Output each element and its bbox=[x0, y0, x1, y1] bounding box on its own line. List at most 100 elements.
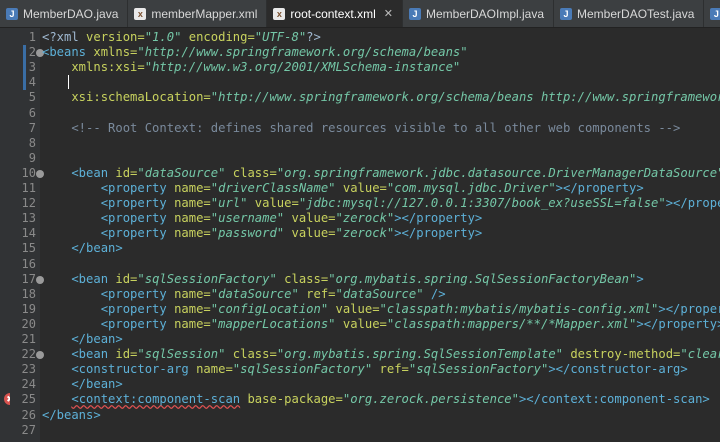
tab-memberdao-java[interactable]: J MemberDAO.java bbox=[0, 0, 129, 27]
code-token: version= bbox=[86, 30, 145, 44]
code-token: class= bbox=[276, 271, 329, 286]
code-token: ></property> bbox=[394, 226, 483, 241]
line-number: 12 bbox=[21, 196, 36, 211]
code-token: "username" bbox=[210, 211, 285, 226]
code-token: "http://www.springframework.org/schema/b… bbox=[137, 45, 468, 60]
code-line[interactable]: xsi:schemaLocation="http://www.springfra… bbox=[42, 90, 720, 105]
close-tab-icon[interactable]: ✕ bbox=[384, 7, 393, 20]
code-line[interactable]: <property name="url" value="jdbc:mysql:/… bbox=[42, 196, 720, 211]
code-token: "classpath:mybatis/mybatis-config.xml" bbox=[379, 301, 659, 316]
code-token: value= bbox=[284, 211, 336, 226]
tab-membermapper-xml[interactable]: x memberMapper.xml bbox=[128, 0, 268, 27]
code-line[interactable]: <constructor-arg name="sqlSessionFactory… bbox=[42, 362, 687, 377]
xml-file-icon: x bbox=[134, 7, 147, 20]
code-token: "http://www.springframework.org/schema/b… bbox=[210, 90, 720, 105]
code-token: <property bbox=[42, 301, 175, 316]
line-number: 15 bbox=[21, 241, 36, 256]
code-line[interactable]: </bean> bbox=[42, 377, 122, 392]
code-token: ></property> bbox=[665, 196, 720, 211]
line-number-gutter: 1 2 3 4 5 6 7 8 9 10 11 12 13 14 15 16 17 18 19 20 21 22 23 24 2… bbox=[10, 28, 44, 442]
code-token: encoding= bbox=[181, 30, 255, 44]
code-editor[interactable]: ✖ 12345678910111213141516171819202122232… bbox=[0, 28, 720, 442]
code-token: xmlns:xsi= bbox=[42, 60, 145, 75]
tab-mysqljdbcconnectiontest-java[interactable]: JMySQLJDBCConnectionTest.java bbox=[704, 0, 720, 27]
code-token: "org.mybatis.spring.SqlSessionTemplate" bbox=[276, 347, 563, 362]
code-token: class= bbox=[225, 347, 277, 362]
annotation-ruler: ✖ bbox=[0, 28, 16, 442]
code-line[interactable]: <bean id="sqlSession" class="org.mybatis… bbox=[42, 347, 720, 362]
tab-label: memberMapper.xml bbox=[151, 6, 258, 21]
tab-memberdaotest-java[interactable]: J MemberDAOTest.java bbox=[554, 0, 705, 27]
code-token: value= bbox=[335, 316, 387, 331]
code-line[interactable]: <context:component-scan base-package="or… bbox=[42, 392, 709, 407]
code-line[interactable]: <beans xmlns="http://www.springframework… bbox=[42, 45, 468, 60]
code-token: <bean bbox=[42, 165, 116, 180]
line-number: 20 bbox=[21, 316, 36, 331]
line-number: 13 bbox=[21, 211, 36, 226]
code-line[interactable]: </bean> bbox=[42, 332, 123, 347]
code-line[interactable]: <property name="driverClassName" value="… bbox=[42, 181, 644, 196]
code-line[interactable]: <!-- Root Context: defines shared resour… bbox=[42, 121, 680, 136]
code-token: ref= bbox=[298, 286, 336, 301]
line-number: 10 bbox=[21, 165, 36, 180]
code-token: name= bbox=[196, 362, 233, 377]
code-line[interactable]: <bean id="dataSource" class="org.springf… bbox=[42, 166, 720, 181]
code-token: ></property> bbox=[636, 316, 720, 331]
code-token: "clearCache" bbox=[680, 347, 720, 362]
code-token: "org.mybatis.spring.SqlSessionFactoryBea… bbox=[328, 271, 637, 286]
tab-memberdaoimpl-java[interactable]: J MemberDAOImpl.java bbox=[403, 0, 555, 27]
code-token: "driverClassName" bbox=[210, 181, 336, 195]
code-line[interactable]: <property name="dataSource" ref="dataSou… bbox=[42, 287, 446, 302]
tab-root-context-xml[interactable]: x root-context.xml ✕ bbox=[267, 0, 403, 27]
code-token: name= bbox=[174, 196, 211, 211]
code-token: "sqlSessionFactory" bbox=[232, 362, 373, 377]
code-token: base-package= bbox=[240, 392, 343, 407]
code-line[interactable]: <property name="password" value="zerock"… bbox=[42, 226, 483, 241]
line-number: 1 bbox=[28, 30, 36, 44]
java-file-icon: J bbox=[6, 7, 18, 20]
code-token: <bean bbox=[42, 271, 116, 286]
code-token: name= bbox=[174, 316, 211, 331]
code-token: </bean> bbox=[42, 241, 123, 256]
change-marker bbox=[23, 45, 26, 61]
code-line[interactable]: <property name="username" value="zerock"… bbox=[42, 211, 483, 226]
tab-label: MemberDAOImpl.java bbox=[425, 6, 545, 21]
code-line[interactable]: <property name="configLocation" value="c… bbox=[42, 302, 720, 317]
code-token: "sqlSession" bbox=[137, 347, 226, 362]
code-line[interactable]: </beans> bbox=[42, 408, 101, 423]
code-token: "classpath:mappers/**/*Mapper.xml" bbox=[386, 316, 637, 331]
code-token: /> bbox=[423, 286, 446, 301]
code-area[interactable]: <?xml version="1.0" encoding="UTF-8"?> <b… bbox=[40, 28, 720, 442]
code-token: "password" bbox=[210, 226, 285, 241]
line-number: 6 bbox=[28, 105, 36, 120]
code-token: ?> bbox=[306, 30, 321, 44]
change-marker bbox=[23, 60, 26, 76]
code-token: "jdbc:mysql://127.0.0.1:3307/book_ex?use… bbox=[298, 196, 666, 211]
code-token: ></property> bbox=[555, 181, 644, 195]
code-line[interactable]: <?xml version="1.0" encoding="UTF-8"?> bbox=[42, 30, 321, 45]
code-line[interactable] bbox=[42, 75, 71, 90]
code-token: "sqlSessionFactory" bbox=[137, 271, 277, 286]
code-line[interactable]: <bean id="sqlSessionFactory" class="org.… bbox=[42, 271, 643, 287]
change-marker bbox=[23, 75, 26, 91]
line-number: 24 bbox=[21, 377, 36, 392]
code-token: name= bbox=[174, 211, 211, 226]
code-token: class= bbox=[225, 165, 277, 180]
code-token: <property bbox=[42, 196, 175, 211]
code-token: </bean> bbox=[42, 332, 123, 346]
line-number: 7 bbox=[28, 120, 36, 135]
code-token: <?xml bbox=[42, 30, 87, 44]
code-line[interactable]: xmlns:xsi="http://www.w3.org/2001/XMLSch… bbox=[42, 60, 460, 75]
code-token: id= bbox=[115, 271, 138, 286]
code-token: "url" bbox=[210, 196, 248, 211]
code-token: ref= bbox=[372, 362, 409, 377]
code-token: "dataSource" bbox=[335, 286, 424, 301]
code-token: <!-- Root Context: defines shared resour… bbox=[42, 120, 681, 135]
code-line[interactable]: </bean> bbox=[42, 241, 123, 256]
code-token: "mapperLocations" bbox=[210, 316, 336, 331]
code-line[interactable]: <property name="mapperLocations" value="… bbox=[42, 317, 720, 332]
text-caret bbox=[68, 75, 69, 90]
code-token: value= bbox=[247, 196, 299, 211]
tab-label: MemberDAOTest.java bbox=[577, 6, 695, 21]
